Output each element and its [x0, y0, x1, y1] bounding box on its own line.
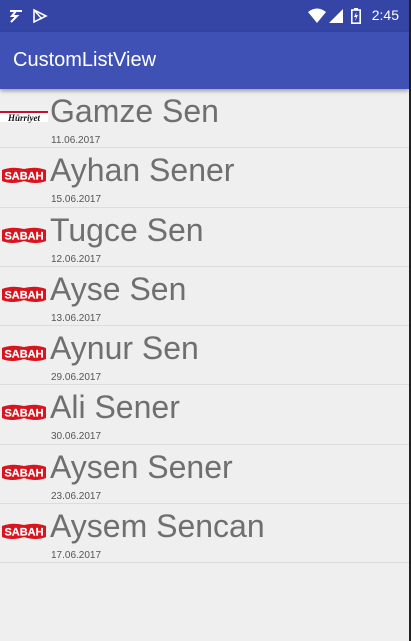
svg-text:SABAH: SABAH	[4, 230, 43, 242]
svg-text:SABAH: SABAH	[4, 467, 43, 479]
sabah-logo-icon: SABAH	[0, 521, 48, 541]
list-item-date: 29.06.2017	[51, 372, 102, 384]
list-item-date: 15.06.2017	[51, 194, 102, 206]
list-item-date: 11.06.2017	[51, 135, 101, 146]
list-item-name: Gamze Sen	[50, 93, 219, 129]
sabah-logo-icon: SABAH	[0, 462, 48, 482]
battery-icon	[351, 8, 361, 24]
list-item-name: Ali Sener	[50, 389, 180, 426]
device-screen: 2:45 CustomListView Hürriyet Gamze Sen 11.…	[0, 0, 409, 641]
list-item[interactable]: SABAH Tugce Sen 12.06.2017	[0, 208, 409, 267]
svg-text:SABAH: SABAH	[4, 527, 43, 539]
notification-icon	[9, 10, 22, 23]
list-item[interactable]: SABAH Ayse Sen 13.06.2017	[0, 267, 409, 327]
list-item[interactable]: SABAH Aynur Sen 29.06.2017	[0, 326, 409, 386]
hurriyet-logo-icon: Hürriyet	[0, 106, 48, 126]
list-item-date: 12.06.2017	[51, 253, 102, 265]
list-item[interactable]: SABAH Ali Sener 30.06.2017	[0, 385, 409, 445]
sabah-logo-icon: SABAH	[0, 343, 48, 363]
wifi-icon	[308, 8, 326, 23]
status-time: 2:45	[371, 7, 399, 23]
list-item-date: 17.06.2017	[51, 550, 102, 562]
list-item[interactable]: SABAH Aysen Sener 23.06.2017	[0, 445, 409, 505]
svg-text:SABAH: SABAH	[4, 171, 43, 183]
sabah-logo-icon: SABAH	[0, 284, 48, 304]
list-item-name: Ayse Sen	[50, 270, 187, 307]
list-item-date: 30.06.2017	[51, 431, 102, 443]
sabah-logo-icon: SABAH	[0, 225, 48, 245]
list-item[interactable]: SABAH Ayhan Sener 15.06.2017	[0, 148, 409, 208]
svg-text:Hürriyet: Hürriyet	[7, 113, 41, 123]
app-bar: CustomListView	[0, 32, 409, 89]
signal-icon	[329, 9, 343, 23]
status-bar: 2:45	[0, 0, 409, 32]
play-store-icon	[33, 8, 48, 24]
sabah-logo-icon: SABAH	[0, 165, 48, 185]
svg-text:SABAH: SABAH	[4, 408, 43, 420]
list-item-date: 13.06.2017	[51, 312, 102, 324]
list-item-name: Tugce Sen	[50, 211, 204, 248]
app-title: CustomListView	[13, 49, 157, 71]
list-item-date: 23.06.2017	[51, 490, 102, 502]
svg-text:SABAH: SABAH	[4, 289, 43, 301]
custom-list-view[interactable]: Hürriyet Gamze Sen 11.06.2017 SABAH Ayhan Se…	[0, 89, 409, 564]
sabah-logo-icon: SABAH	[0, 402, 48, 422]
list-item-name: Aynur Sen	[50, 330, 199, 367]
list-item-name: Aysen Sener	[50, 448, 233, 485]
list-item-name: Ayhan Sener	[50, 152, 235, 189]
list-item[interactable]: SABAH Aysem Sencan 17.06.2017	[0, 504, 409, 564]
list-item[interactable]: Hürriyet Gamze Sen 11.06.2017	[0, 89, 409, 149]
svg-text:SABAH: SABAH	[4, 349, 43, 361]
list-item-name: Aysem Sencan	[50, 508, 265, 545]
